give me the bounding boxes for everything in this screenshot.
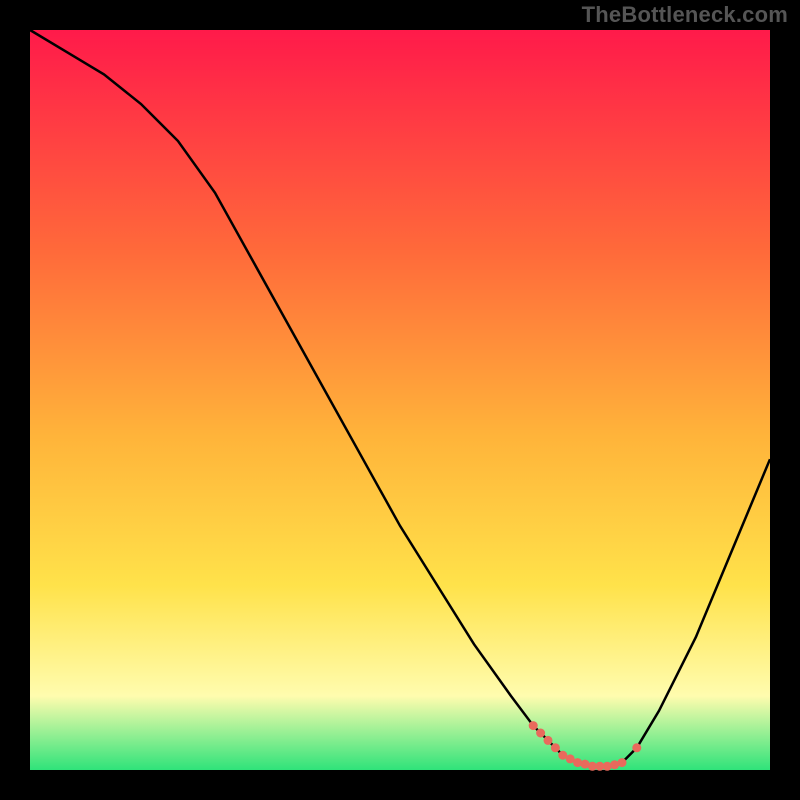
marker-dot <box>573 758 582 767</box>
marker-dot <box>551 743 560 752</box>
marker-dot <box>529 721 538 730</box>
marker-dot <box>632 743 641 752</box>
gradient-background <box>30 30 770 770</box>
marker-dot <box>544 736 553 745</box>
chart-svg <box>0 0 800 800</box>
chart-frame: TheBottleneck.com <box>0 0 800 800</box>
marker-dot <box>618 758 627 767</box>
marker-dot <box>536 729 545 738</box>
marker-dot <box>603 762 612 771</box>
